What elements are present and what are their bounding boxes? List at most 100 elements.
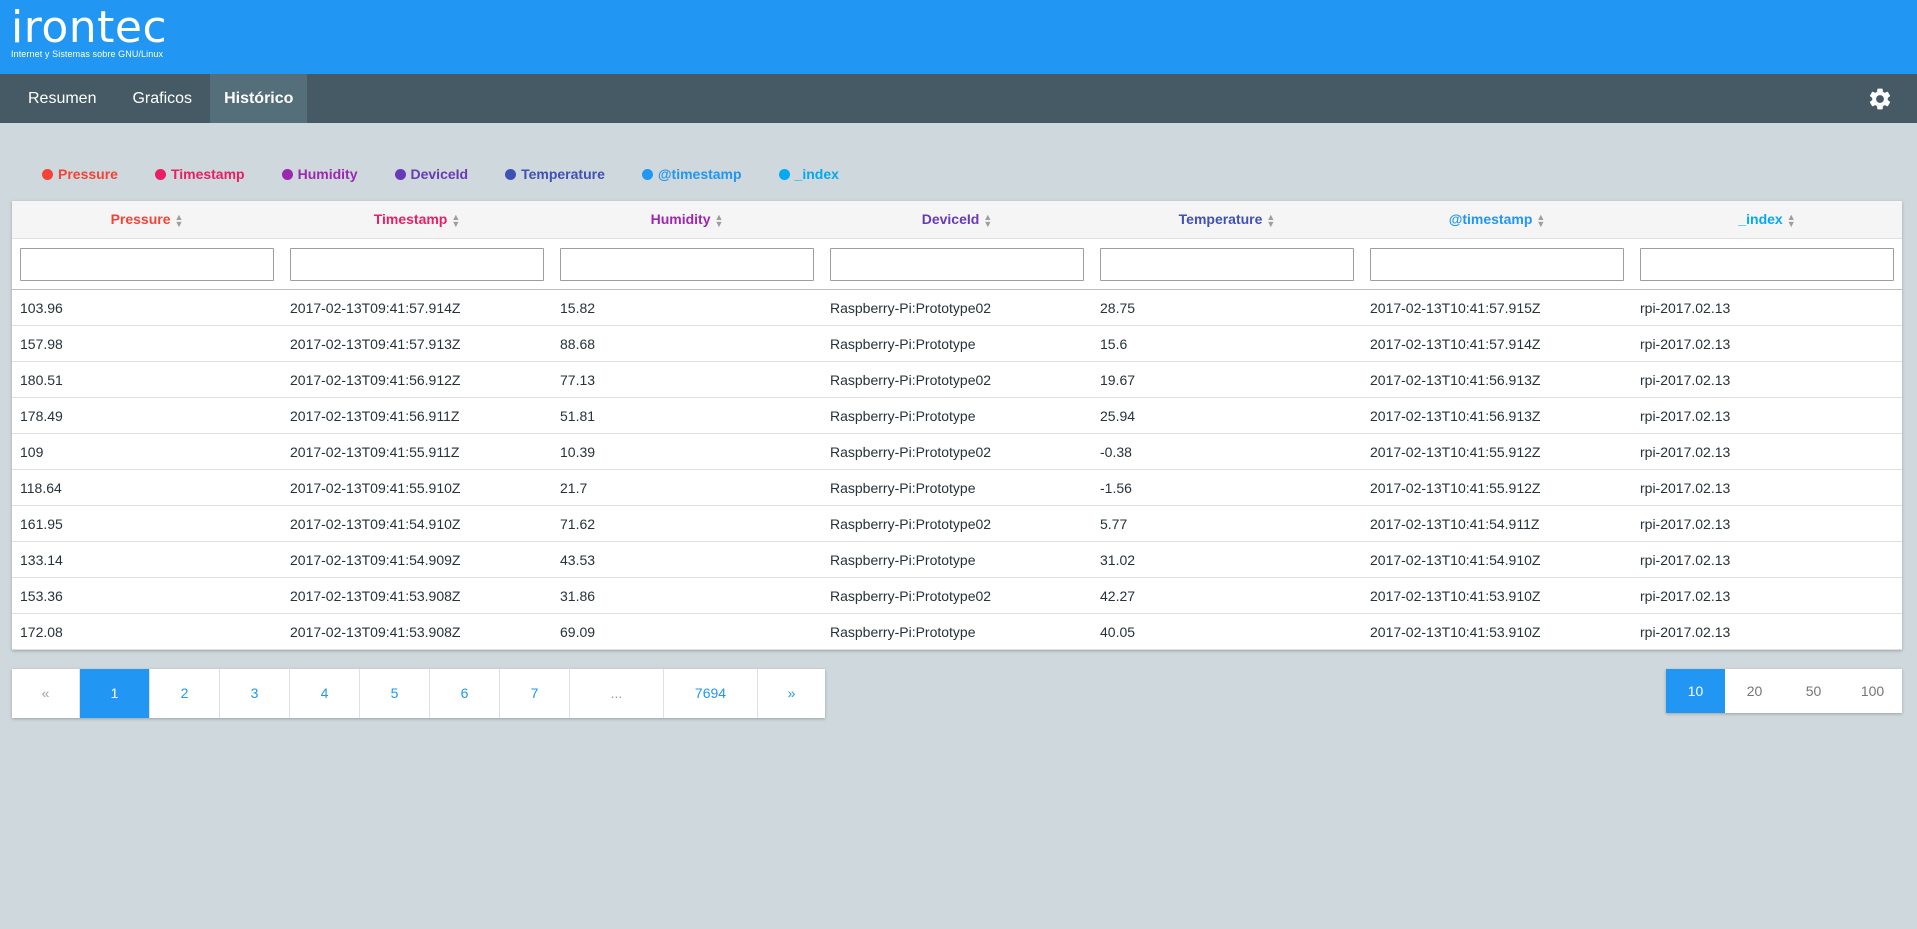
legend-item-temperature[interactable]: Temperature bbox=[505, 166, 605, 182]
sort-icon[interactable]: ▲ ▼ bbox=[1266, 212, 1275, 228]
nav-item-hist-rico[interactable]: Histórico bbox=[210, 74, 308, 123]
legend-item-deviceid[interactable]: DeviceId bbox=[394, 166, 469, 182]
column-header-timestamp[interactable]: @timestamp ▲ ▼ bbox=[1362, 201, 1632, 239]
cell-deviceid: Raspberry-Pi:Prototype bbox=[822, 613, 1092, 650]
cell-timestamp: 2017-02-13T09:41:55.910Z bbox=[282, 469, 552, 506]
sort-icon[interactable]: ▲ ▼ bbox=[451, 212, 460, 228]
cell-index: rpi-2017.02.13 bbox=[1632, 325, 1902, 362]
cell-timestamp: 2017-02-13T09:41:56.911Z bbox=[282, 397, 552, 434]
table-row[interactable]: 133.14 2017-02-13T09:41:54.909Z 43.53 Raspb… bbox=[12, 541, 1902, 578]
pagination-page-7[interactable]: 7 bbox=[500, 669, 570, 718]
filter-input-humidity[interactable] bbox=[560, 247, 814, 281]
pagination-page-4[interactable]: 4 bbox=[290, 669, 360, 718]
nav-item-graficos[interactable]: Graficos bbox=[114, 74, 210, 123]
pagination-page-6[interactable]: 6 bbox=[430, 669, 500, 718]
table-row[interactable]: 153.36 2017-02-13T09:41:53.908Z 31.86 Raspb… bbox=[12, 577, 1902, 614]
filter-input-timestamp[interactable] bbox=[1370, 247, 1624, 281]
sort-icon[interactable]: ▲ ▼ bbox=[983, 212, 992, 228]
sort-icon[interactable]: ▲ ▼ bbox=[175, 212, 184, 228]
filter-cell bbox=[12, 238, 282, 290]
cell-timestamp: 2017-02-13T10:41:56.913Z bbox=[1362, 397, 1632, 434]
sort-icon[interactable]: ▲ ▼ bbox=[1536, 212, 1545, 228]
filter-input-temperature[interactable] bbox=[1100, 247, 1354, 281]
table-row[interactable]: 103.96 2017-02-13T09:41:57.914Z 15.82 Raspb… bbox=[12, 289, 1902, 326]
sort-icon[interactable]: ▲ ▼ bbox=[714, 212, 723, 228]
cell-humidity: 21.7 bbox=[552, 469, 822, 506]
page-size-100[interactable]: 100 bbox=[1843, 669, 1902, 713]
cell-pressure: 172.08 bbox=[12, 613, 282, 650]
pagination-prev[interactable]: « bbox=[12, 669, 80, 718]
top-header: irontec Internet y Sistemas sobre GNU/Li… bbox=[0, 0, 1917, 74]
legend-item-pressure[interactable]: Pressure bbox=[42, 166, 118, 182]
filter-input-timestamp[interactable] bbox=[290, 247, 544, 281]
cell-pressure: 157.98 bbox=[12, 325, 282, 362]
page-size-20[interactable]: 20 bbox=[1725, 669, 1784, 713]
cell-index: rpi-2017.02.13 bbox=[1632, 361, 1902, 398]
pagination-next[interactable]: » bbox=[758, 669, 825, 718]
cell-deviceid: Raspberry-Pi:Prototype02 bbox=[822, 289, 1092, 326]
column-header-pressure[interactable]: Pressure ▲ ▼ bbox=[12, 201, 282, 239]
cell-timestamp: 2017-02-13T10:41:53.910Z bbox=[1362, 613, 1632, 650]
column-header-humidity[interactable]: Humidity ▲ ▼ bbox=[552, 201, 822, 239]
legend-item-index[interactable]: _index bbox=[778, 166, 839, 182]
page-size-10[interactable]: 10 bbox=[1666, 669, 1725, 713]
cell-temperature: 28.75 bbox=[1092, 289, 1362, 326]
table-row[interactable]: 161.95 2017-02-13T09:41:54.910Z 71.62 Raspb… bbox=[12, 505, 1902, 542]
filter-input-index[interactable] bbox=[1640, 247, 1894, 281]
column-header-label: _index bbox=[1738, 211, 1783, 228]
column-header-deviceid[interactable]: DeviceId ▲ ▼ bbox=[822, 201, 1092, 239]
cell-pressure: 109 bbox=[12, 433, 282, 470]
history-table: Pressure ▲ ▼ Timestamp ▲ ▼ Humidity ▲ ▼ DeviceId ▲… bbox=[12, 201, 1902, 650]
irontec-logo[interactable]: irontec Internet y Sistemas sobre GNU/Li… bbox=[11, 6, 167, 60]
pagination-ellipsis: ... bbox=[570, 669, 664, 718]
cell-humidity: 71.62 bbox=[552, 505, 822, 542]
cell-deviceid: Raspberry-Pi:Prototype bbox=[822, 325, 1092, 362]
legend-item-timestamp[interactable]: @timestamp bbox=[641, 166, 742, 182]
legend-label: DeviceId bbox=[410, 166, 469, 182]
cell-temperature: 40.05 bbox=[1092, 613, 1362, 650]
legend-label: Temperature bbox=[521, 166, 605, 182]
filter-input-pressure[interactable] bbox=[20, 247, 274, 281]
gear-icon[interactable] bbox=[1867, 86, 1893, 112]
table-row[interactable]: 118.64 2017-02-13T09:41:55.910Z 21.7 Raspbe… bbox=[12, 469, 1902, 506]
column-header-label: DeviceId bbox=[921, 211, 980, 228]
pagination-page-1[interactable]: 1 bbox=[80, 669, 150, 718]
table-row[interactable]: 178.49 2017-02-13T09:41:56.911Z 51.81 Raspb… bbox=[12, 397, 1902, 434]
sort-icon[interactable]: ▲ ▼ bbox=[1787, 212, 1796, 228]
pagination-page-5[interactable]: 5 bbox=[360, 669, 430, 718]
cell-pressure: 103.96 bbox=[12, 289, 282, 326]
pagination-page-3[interactable]: 3 bbox=[220, 669, 290, 718]
cell-temperature: -1.56 bbox=[1092, 469, 1362, 506]
legend-item-humidity[interactable]: Humidity bbox=[281, 166, 358, 182]
cell-temperature: -0.38 bbox=[1092, 433, 1362, 470]
legend-dot-icon bbox=[154, 168, 166, 180]
table-row[interactable]: 172.08 2017-02-13T09:41:53.908Z 69.09 Raspb… bbox=[12, 613, 1902, 650]
pagination-page-2[interactable]: 2 bbox=[150, 669, 220, 718]
cell-temperature: 42.27 bbox=[1092, 577, 1362, 614]
legend-item-timestamp[interactable]: Timestamp bbox=[154, 166, 245, 182]
cell-timestamp: 2017-02-13T09:41:54.910Z bbox=[282, 505, 552, 542]
pagination-page-7694[interactable]: 7694 bbox=[664, 669, 758, 718]
table-row[interactable]: 180.51 2017-02-13T09:41:56.912Z 77.13 Raspb… bbox=[12, 361, 1902, 398]
cell-deviceid: Raspberry-Pi:Prototype02 bbox=[822, 505, 1092, 542]
column-header-temperature[interactable]: Temperature ▲ ▼ bbox=[1092, 201, 1362, 239]
cell-timestamp: 2017-02-13T10:41:53.910Z bbox=[1362, 577, 1632, 614]
legend-dot-icon bbox=[394, 168, 406, 180]
column-header-timestamp[interactable]: Timestamp ▲ ▼ bbox=[282, 201, 552, 239]
page-size-50[interactable]: 50 bbox=[1784, 669, 1843, 713]
cell-pressure: 161.95 bbox=[12, 505, 282, 542]
filter-input-deviceid[interactable] bbox=[830, 247, 1084, 281]
nav-item-resumen[interactable]: Resumen bbox=[0, 74, 114, 123]
table-row[interactable]: 157.98 2017-02-13T09:41:57.913Z 88.68 Raspb… bbox=[12, 325, 1902, 362]
column-header-label: Pressure bbox=[110, 211, 171, 228]
cell-timestamp: 2017-02-13T09:41:56.912Z bbox=[282, 361, 552, 398]
pagination: «1 2 3 4 5 6 7... 7694» bbox=[12, 669, 825, 718]
history-table-card: Pressure ▲ ▼ Timestamp ▲ ▼ Humidity ▲ ▼ DeviceId ▲… bbox=[12, 201, 1902, 650]
table-row[interactable]: 109 2017-02-13T09:41:55.911Z 10.39 Raspberr… bbox=[12, 433, 1902, 470]
cell-timestamp: 2017-02-13T10:41:56.913Z bbox=[1362, 361, 1632, 398]
column-header-label: Humidity bbox=[650, 211, 711, 228]
cell-index: rpi-2017.02.13 bbox=[1632, 613, 1902, 650]
filter-cell bbox=[1362, 238, 1632, 290]
column-header-index[interactable]: _index ▲ ▼ bbox=[1632, 201, 1902, 239]
cell-temperature: 31.02 bbox=[1092, 541, 1362, 578]
